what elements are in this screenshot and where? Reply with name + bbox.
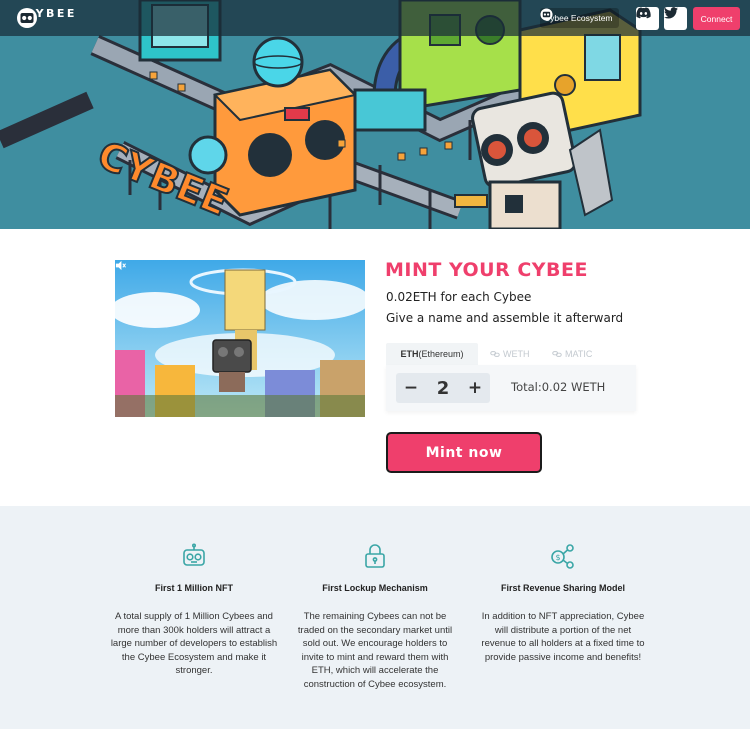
mute-icon[interactable]: [115, 260, 126, 271]
feature-text: In addition to NFT appreciation, Cybee w…: [481, 611, 645, 663]
feature-title: First 1 Million NFT: [155, 583, 233, 593]
mint-title: MINT YOUR CYBEE: [385, 259, 589, 281]
price-text: 0.02ETH for each Cybee: [386, 290, 532, 304]
tab-matic-label: MATIC: [565, 349, 593, 359]
svg-text:$: $: [555, 553, 560, 562]
quantity-value[interactable]: 2: [426, 373, 460, 403]
feature-title: First Lockup Mechanism: [322, 583, 428, 593]
connect-button[interactable]: Connect: [693, 7, 740, 30]
hero-banner: CYBEE CYBEE Cybee Ecosystem Connect: [0, 0, 750, 229]
quantity-panel: − 2 + Total:0.02 WETH: [386, 365, 636, 411]
feature-text: The remaining Cybees can not be traded o…: [297, 611, 453, 690]
robot-face-icon: [183, 543, 205, 566]
mint-now-button[interactable]: Mint now: [386, 432, 542, 473]
decrease-button[interactable]: −: [398, 373, 424, 403]
currency-tabs: ETH (Ethereum) WETH MATIC: [386, 343, 636, 365]
tab-eth[interactable]: ETH (Ethereum): [386, 343, 478, 365]
tab-weth[interactable]: WETH: [490, 343, 530, 365]
top-navigation-bar: CYBEE Cybee Ecosystem Connect: [0, 0, 750, 36]
tab-weth-label: WETH: [503, 349, 530, 359]
feature-title: First Revenue Sharing Model: [500, 583, 626, 593]
discord-icon: [636, 7, 651, 19]
info-text: Give a name and assemble it afterward: [386, 311, 624, 325]
twitter-icon: [664, 7, 678, 19]
discord-button[interactable]: [636, 7, 659, 30]
total-price: Total:0.02 WETH: [511, 380, 606, 394]
tab-matic[interactable]: MATIC: [552, 343, 592, 365]
revenue-share-icon: $: [551, 544, 574, 569]
features-section: First 1 Million NFT A total supply of 1 …: [0, 506, 750, 729]
feature-text: A total supply of 1 Million Cybees and m…: [110, 611, 278, 676]
chain-link-icon: [552, 351, 562, 357]
cybee-video-preview[interactable]: [115, 260, 365, 417]
cybee-logo[interactable]: CYBEE: [16, 7, 77, 28]
increase-button[interactable]: +: [462, 373, 488, 403]
video-frame-illustration: [115, 260, 365, 417]
twitter-button[interactable]: [664, 7, 687, 30]
cybee-ecosystem-icon: [540, 8, 553, 21]
cybee-ecosystem-link[interactable]: Cybee Ecosystem: [540, 8, 619, 28]
cybee-ecosystem-label: Cybee Ecosystem: [544, 13, 613, 23]
lock-icon: [365, 544, 385, 568]
cybee-logo-icon: [17, 8, 37, 28]
chain-link-icon: [490, 351, 500, 357]
tab-eth-label: ETH: [400, 349, 419, 359]
mint-section: MINT YOUR CYBEE 0.02ETH for each Cybee G…: [0, 229, 750, 506]
tab-eth-sub: (Ethereum): [418, 349, 464, 359]
quantity-stepper: − 2 +: [396, 373, 490, 403]
